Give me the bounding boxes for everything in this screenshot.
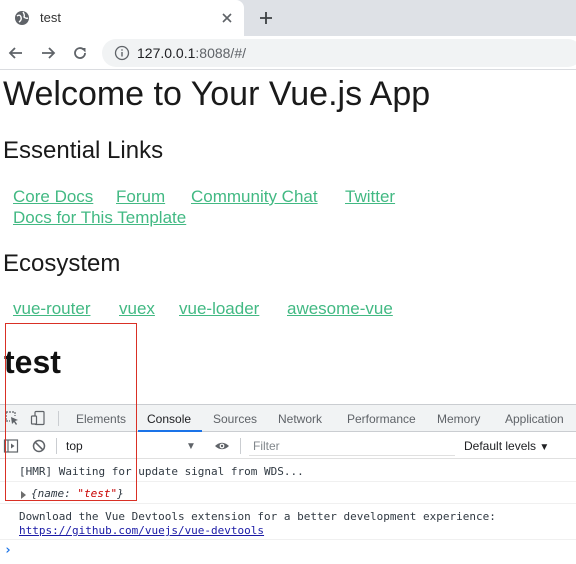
link-community-chat[interactable]: Community Chat — [191, 187, 318, 207]
toolbar-divider — [56, 438, 57, 454]
devtools-note: Download the Vue Devtools extension for … — [19, 510, 496, 523]
console-messages: [HMR] Waiting for update signal from WDS… — [0, 459, 576, 564]
sidebar-toggle-icon[interactable] — [3, 438, 19, 454]
tab-network[interactable]: Network — [278, 412, 322, 426]
info-icon[interactable] — [114, 45, 130, 61]
link-awesome-vue[interactable]: awesome-vue — [287, 299, 393, 319]
browser-tabstrip: test — [0, 0, 576, 36]
object-close: } — [117, 487, 124, 500]
filter-input[interactable] — [249, 437, 455, 456]
object-value: "test" — [77, 487, 118, 500]
context-selector[interactable]: top — [66, 439, 83, 453]
log-levels-label: Default levels — [464, 439, 537, 453]
forward-arrow-icon[interactable] — [38, 43, 58, 63]
url-text[interactable]: 127.0.0.1:8088/#/ — [137, 45, 246, 61]
link-twitter[interactable]: Twitter — [345, 187, 395, 207]
console-message: {name: "test"} — [0, 482, 576, 504]
eye-icon[interactable] — [214, 438, 230, 454]
essential-links-heading: Essential Links — [3, 137, 164, 164]
tab-title: test — [40, 10, 61, 25]
console-message: Download the Vue Devtools extension for … — [0, 504, 576, 540]
console-message: [HMR] Waiting for update signal from WDS… — [0, 459, 576, 482]
link-docs-template[interactable]: Docs for This Template — [13, 208, 186, 228]
dropdown-caret-icon[interactable]: ▼ — [186, 441, 196, 452]
url-host: 127.0.0.1 — [137, 45, 196, 61]
console-prompt[interactable]: › — [4, 543, 12, 558]
address-bar[interactable]: 127.0.0.1:8088/#/ — [102, 39, 576, 67]
back-arrow-icon[interactable] — [6, 43, 26, 63]
devtools-tabbar: Elements Console Sources Network Perform… — [0, 405, 576, 432]
device-toolbar-icon[interactable] — [30, 410, 46, 426]
link-vue-loader[interactable]: vue-loader — [179, 299, 259, 319]
reload-icon[interactable] — [70, 43, 90, 63]
browser-tab[interactable]: test — [0, 0, 244, 36]
close-icon[interactable] — [218, 9, 236, 27]
browser-toolbar: 127.0.0.1:8088/#/ — [0, 36, 576, 70]
object-open: {name: — [31, 487, 78, 500]
tab-memory[interactable]: Memory — [437, 412, 480, 426]
tab-performance[interactable]: Performance — [347, 412, 416, 426]
chevron-down-icon: ▼ — [539, 442, 550, 453]
toolbar-divider — [58, 411, 59, 426]
tab-sources[interactable]: Sources — [213, 412, 257, 426]
ecosystem-heading: Ecosystem — [3, 250, 121, 277]
inspect-element-icon[interactable] — [4, 410, 20, 426]
active-tab-indicator — [138, 430, 202, 432]
result-heading: test — [4, 344, 61, 380]
tab-application[interactable]: Application — [505, 412, 564, 426]
tab-elements[interactable]: Elements — [76, 412, 126, 426]
link-vue-router[interactable]: vue-router — [13, 299, 90, 319]
link-core-docs[interactable]: Core Docs — [13, 187, 93, 207]
url-path: :8088/#/ — [195, 45, 246, 61]
tab-console[interactable]: Console — [147, 412, 191, 426]
hmr-message: [HMR] Waiting for update signal from WDS… — [19, 465, 304, 478]
clear-console-icon[interactable] — [31, 438, 47, 454]
log-levels-dropdown[interactable]: Default levels ▼ — [464, 439, 549, 453]
link-vuex[interactable]: vuex — [119, 299, 155, 319]
globe-icon — [15, 11, 29, 25]
page-viewport: Welcome to Your Vue.js App Essential Lin… — [0, 70, 576, 404]
devtools-panel: Elements Console Sources Network Perform… — [0, 404, 576, 564]
console-toolbar: top ▼ Default levels ▼ — [0, 433, 576, 459]
page-title: Welcome to Your Vue.js App — [3, 75, 431, 113]
link-forum[interactable]: Forum — [116, 187, 165, 207]
expand-triangle-icon[interactable] — [21, 491, 26, 499]
logged-object[interactable]: {name: "test"} — [31, 487, 124, 500]
devtools-link[interactable]: https://github.com/vuejs/vue-devtools — [19, 524, 264, 537]
new-tab-icon[interactable] — [255, 7, 277, 29]
toolbar-divider — [240, 438, 241, 454]
